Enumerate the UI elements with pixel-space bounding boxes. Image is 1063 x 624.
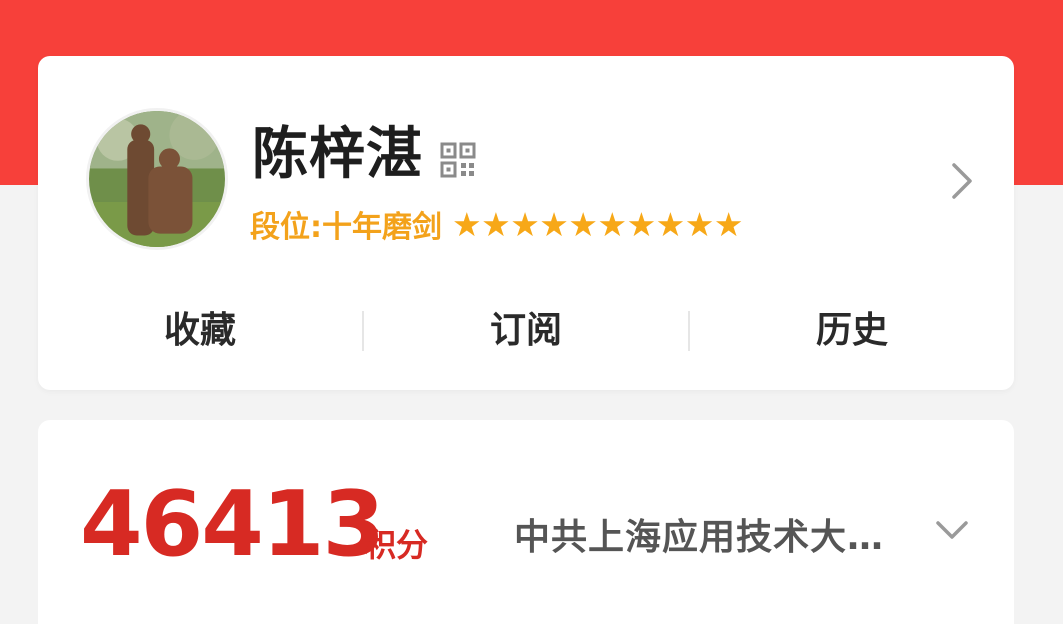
points-card: 46413 积分 中共上海应用技术大… — [38, 420, 1014, 624]
rank-label: 段位:十年磨剑 — [250, 210, 442, 245]
rank-stars: ★ ★ ★ ★ ★ ★ ★ ★ ★ ★ — [452, 208, 743, 241]
star-icon: ★ — [626, 204, 657, 244]
star-icon: ★ — [684, 204, 715, 244]
rank-row: 段位:十年磨剑 ★ ★ ★ ★ ★ ★ ★ ★ ★ ★ — [250, 204, 743, 246]
star-icon: ★ — [713, 204, 744, 244]
tab-history[interactable]: 历史 — [690, 296, 1014, 366]
points-unit: 积分 — [364, 526, 429, 564]
avatar[interactable] — [86, 108, 228, 250]
points-value: 46413 — [80, 472, 385, 577]
chevron-down-icon[interactable] — [934, 518, 970, 542]
star-icon: ★ — [510, 204, 540, 244]
chevron-right-icon[interactable] — [950, 161, 974, 201]
username: 陈梓湛 — [252, 121, 423, 187]
star-icon: ★ — [655, 204, 686, 244]
organization-select[interactable]: 中共上海应用技术大… — [514, 508, 884, 560]
tab-subscriptions[interactable]: 订阅 — [364, 296, 688, 366]
profile-tabs: 收藏 订阅 历史 — [38, 296, 1014, 366]
qr-code-icon[interactable] — [440, 142, 476, 178]
star-icon: ★ — [481, 204, 511, 244]
star-icon: ★ — [597, 204, 628, 244]
tab-favorites[interactable]: 收藏 — [38, 296, 362, 366]
star-icon: ★ — [568, 204, 598, 244]
profile-card[interactable]: 陈梓湛 段位:十年磨剑 ★ ★ ★ ★ ★ ★ ★ ★ ★ ★ 收藏 订阅 历史 — [38, 56, 1014, 390]
star-icon: ★ — [452, 204, 482, 244]
star-icon: ★ — [539, 204, 569, 244]
avatar-photo — [89, 111, 225, 247]
